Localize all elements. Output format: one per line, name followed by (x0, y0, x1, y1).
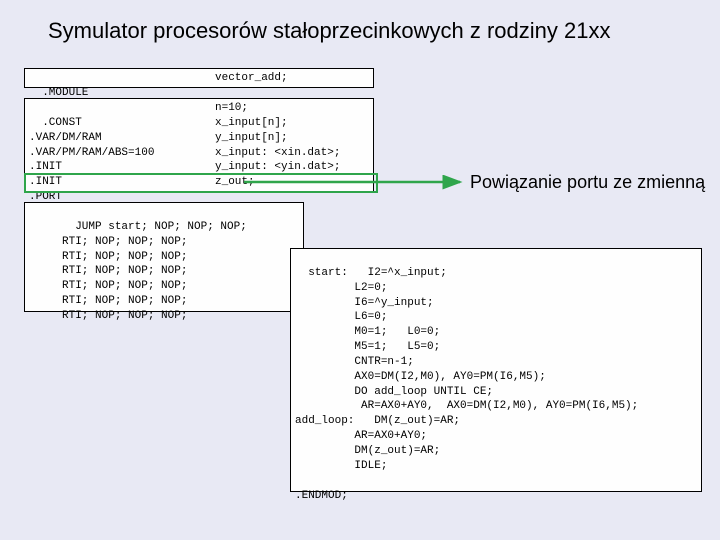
code-box-declarations: .CONST .VAR/DM/RAM .VAR/PM/RAM/ABS=100 .… (24, 98, 374, 192)
decl-directives: .CONST .VAR/DM/RAM .VAR/PM/RAM/ABS=100 .… (29, 117, 154, 203)
interrupt-code: JUMP start; NOP; NOP; NOP; RTI; NOP; NOP… (29, 221, 247, 322)
main-code: start: I2=^x_input; L2=0; I6=^y_input; L… (295, 267, 638, 502)
code-box-interrupts: JUMP start; NOP; NOP; NOP; RTI; NOP; NOP… (24, 202, 304, 312)
decl-values: n=10; x_input[n]; y_input[n]; x_input: <… (215, 101, 340, 190)
callout-text: Powiązanie portu ze zmienną (470, 172, 705, 193)
code-box-main: start: I2=^x_input; L2=0; I6=^y_input; L… (290, 248, 702, 492)
module-name: vector_add; (215, 71, 288, 86)
code-box-module: .MODULE vector_add; (24, 68, 374, 88)
page-title: Symulator procesorów stałoprzecinkowych … (48, 18, 610, 44)
